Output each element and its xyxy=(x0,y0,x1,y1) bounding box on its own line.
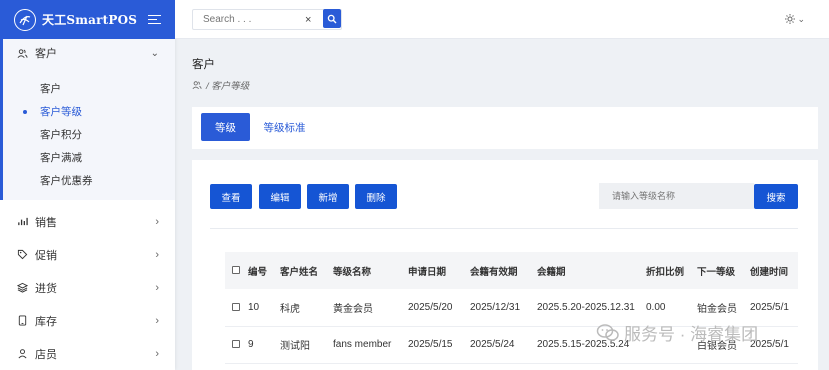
level-table: 编号 客户姓名 等级名称 申请日期 会籍有效期 会籍期 折扣比例 下一等级 创建… xyxy=(225,252,798,370)
filter-search-button[interactable]: 搜索 xyxy=(754,184,798,209)
topbar: × ⌄ xyxy=(175,0,829,39)
table-header-row: 编号 客户姓名 等级名称 申请日期 会籍有效期 会籍期 折扣比例 下一等级 创建… xyxy=(225,252,798,289)
table-cell: fans member xyxy=(333,339,392,350)
breadcrumb-current: / 客户等级 xyxy=(206,81,250,92)
table-cell: 测试阳 xyxy=(280,341,310,352)
settings-menu[interactable]: ⌄ xyxy=(784,13,805,25)
sidebar-subitem-customer[interactable]: 客户 xyxy=(3,77,175,100)
table-cell: 2025/12/31 xyxy=(470,301,521,313)
sidebar-subitem-customer-points[interactable]: 客户积分 xyxy=(3,123,175,146)
sidebar-item-label: 进货 xyxy=(35,282,57,295)
page-header: 客户 / 客户等级 xyxy=(192,56,249,92)
sidebar-item-label: 销售 xyxy=(35,216,57,229)
level-name-filter-input[interactable] xyxy=(599,183,754,209)
logo-icon xyxy=(14,8,36,31)
users-icon xyxy=(15,46,29,60)
users-icon xyxy=(192,81,202,90)
clear-icon[interactable]: × xyxy=(305,14,317,26)
page-title: 客户 xyxy=(192,59,215,71)
sidebar-item-label: 促销 xyxy=(35,249,57,262)
watermark: 服务号 · 海睿集团 xyxy=(596,320,758,345)
table-cell: 黄金会员 xyxy=(333,303,373,315)
layers-icon xyxy=(15,281,29,295)
menu-toggle-icon[interactable] xyxy=(148,14,161,25)
tab-level[interactable]: 等级 xyxy=(201,113,250,141)
chevron-down-icon: ⌄ xyxy=(797,13,805,24)
sidebar-item-label: 店员 xyxy=(35,348,57,361)
view-button[interactable]: 查看 xyxy=(210,184,252,209)
watermark-text: 服务号 · 海睿集团 xyxy=(624,325,759,344)
edit-button[interactable]: 编辑 xyxy=(259,184,301,209)
chevron-right-icon: › xyxy=(155,281,159,294)
column-header[interactable]: 会籍期 xyxy=(537,252,646,289)
column-header[interactable]: 折扣比例 xyxy=(646,252,697,289)
sidebar: 天工SmartPOS 客户 ⌄ 客户 客户等级 客户积分 客户满减 客户优惠券 … xyxy=(0,0,175,370)
divider xyxy=(210,228,798,229)
search-box: × xyxy=(192,9,342,30)
tab-level-standard[interactable]: 等级标准 xyxy=(258,113,311,141)
column-header[interactable]: 申请日期 xyxy=(408,252,470,289)
chevron-down-icon: ⌄ xyxy=(150,47,159,59)
row-checkbox[interactable] xyxy=(232,303,240,312)
search-icon xyxy=(327,14,337,23)
row-checkbox[interactable] xyxy=(232,340,240,349)
sidebar-item-inventory[interactable]: 库存 › xyxy=(0,304,175,337)
column-header[interactable]: 创建时间 xyxy=(750,252,798,289)
sidebar-item-purchase[interactable]: 进货 › xyxy=(0,271,175,304)
user-icon xyxy=(15,347,29,361)
chevron-right-icon: › xyxy=(155,248,159,261)
table-cell: 9 xyxy=(248,339,254,350)
brand-bar: 天工SmartPOS xyxy=(0,0,175,39)
column-header[interactable]: 客户姓名 xyxy=(280,252,333,289)
table-cell: 2025/5/15 xyxy=(408,339,453,350)
column-header[interactable]: 下一等级 xyxy=(697,252,750,289)
column-header[interactable]: 编号 xyxy=(248,252,280,289)
tabs-bar: 等级 等级标准 xyxy=(192,107,818,149)
sidebar-item-label: 库存 xyxy=(35,315,57,328)
bar-chart-icon xyxy=(15,215,29,229)
sidebar-group-customer: 客户 ⌄ 客户 客户等级 客户积分 客户满减 客户优惠券 xyxy=(0,39,175,200)
column-header[interactable]: 等级名称 xyxy=(333,252,408,289)
chevron-right-icon: › xyxy=(155,314,159,327)
column-header[interactable]: 会籍有效期 xyxy=(470,252,537,289)
select-all-checkbox[interactable] xyxy=(232,266,240,275)
chevron-right-icon: › xyxy=(155,347,159,360)
search-button[interactable] xyxy=(323,9,341,28)
wechat-icon xyxy=(596,323,619,341)
chevron-right-icon: › xyxy=(155,215,159,228)
sidebar-item-staff[interactable]: 店员 › xyxy=(0,337,175,370)
table-cell: 2025/5/24 xyxy=(470,339,515,350)
table-cell: 2025/5/20 xyxy=(408,301,453,313)
sidebar-subitem-customer-level[interactable]: 客户等级 xyxy=(3,100,175,123)
tablet-icon xyxy=(15,314,29,328)
delete-button[interactable]: 删除 xyxy=(355,184,397,209)
table-cell: 科虎 xyxy=(280,303,300,315)
sidebar-subnav: 客户 客户等级 客户积分 客户满减 客户优惠券 xyxy=(3,67,175,200)
search-input[interactable] xyxy=(193,10,303,29)
sidebar-subitem-customer-coupons[interactable]: 客户优惠券 xyxy=(3,169,175,192)
tag-icon xyxy=(15,248,29,262)
table-cell: 10 xyxy=(248,301,260,313)
add-button[interactable]: 新增 xyxy=(307,184,349,209)
breadcrumb: / 客户等级 xyxy=(192,78,249,92)
sidebar-subitem-customer-discount[interactable]: 客户满减 xyxy=(3,146,175,169)
sidebar-item-promotion[interactable]: 促销 › xyxy=(0,238,175,271)
gear-icon xyxy=(785,14,796,24)
app-title: 天工SmartPOS xyxy=(42,13,138,27)
sidebar-item-sales[interactable]: 销售 › xyxy=(0,205,175,238)
sidebar-group-label: 客户 xyxy=(35,48,57,60)
sidebar-group-header[interactable]: 客户 ⌄ xyxy=(3,39,175,67)
